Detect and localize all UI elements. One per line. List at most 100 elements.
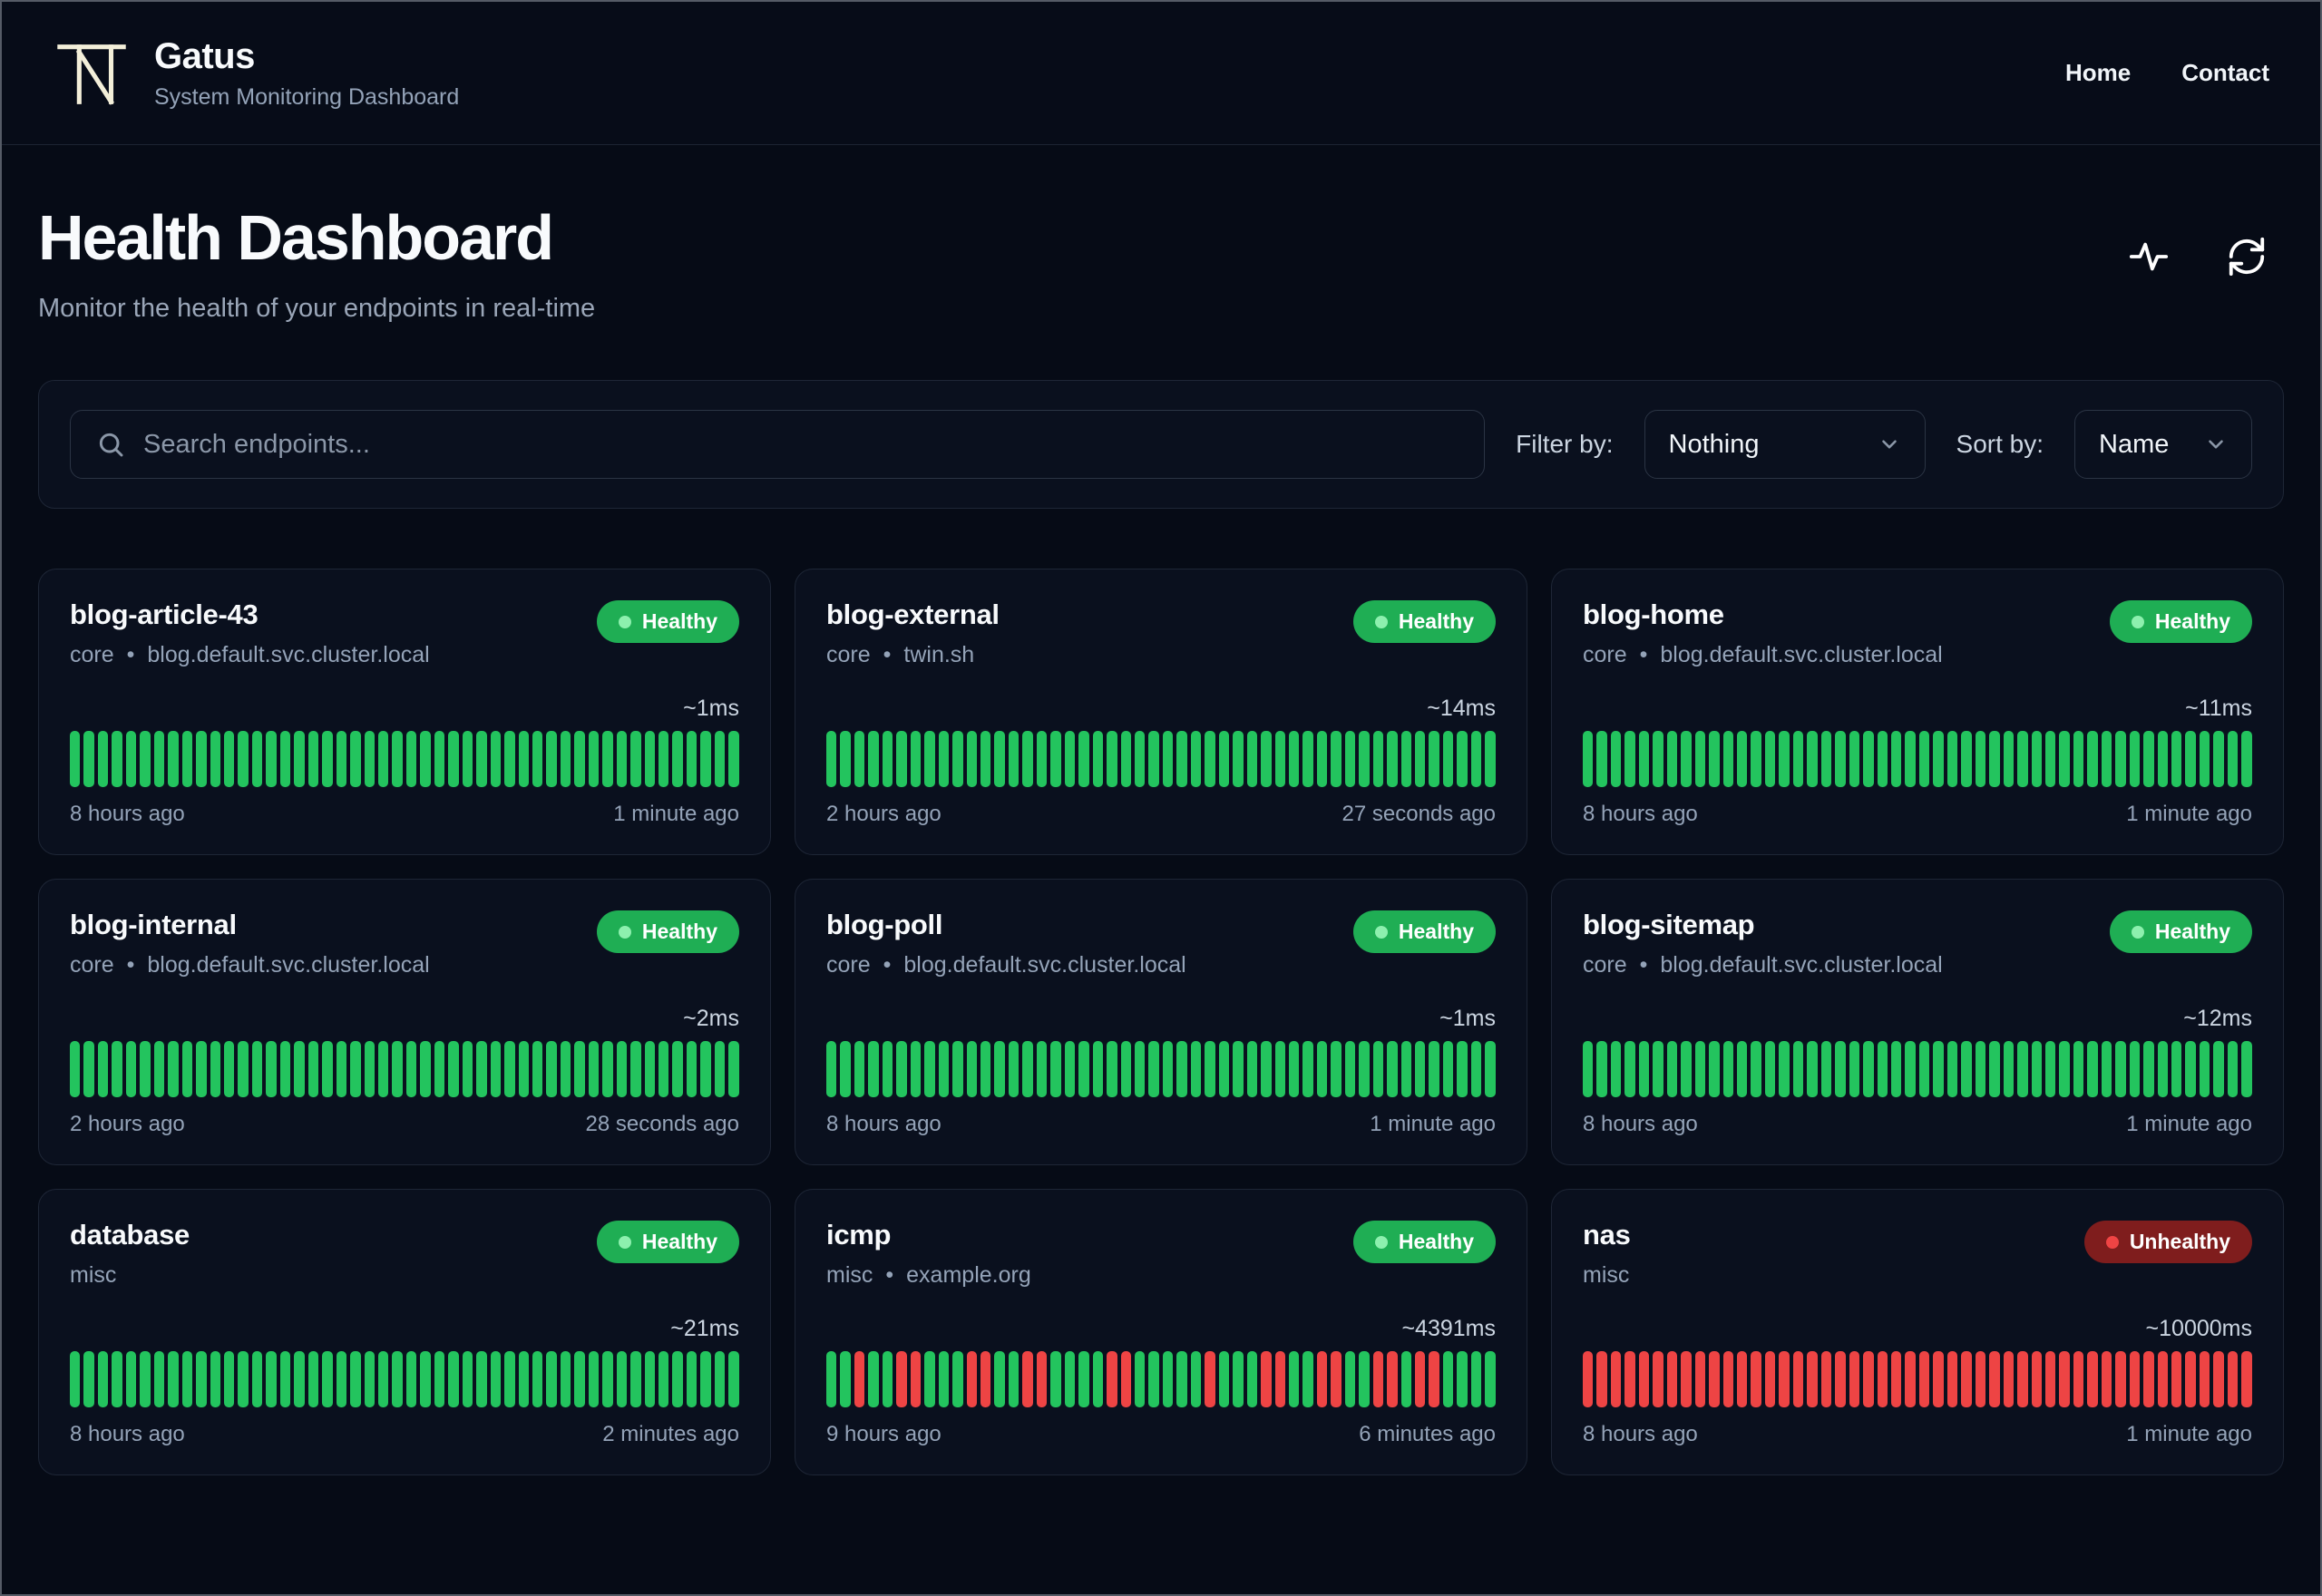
uptime-bar[interactable] <box>700 1351 711 1407</box>
uptime-bar[interactable] <box>448 1041 459 1097</box>
uptime-bar[interactable] <box>1961 731 1972 787</box>
uptime-bar[interactable] <box>1415 1041 1426 1097</box>
uptime-bar[interactable] <box>2073 1351 2084 1407</box>
uptime-bar[interactable] <box>1120 1351 1131 1407</box>
uptime-bar[interactable] <box>420 1351 431 1407</box>
uptime-bar[interactable] <box>251 1041 263 1097</box>
uptime-bar[interactable] <box>1134 731 1146 787</box>
uptime-bar[interactable] <box>462 1351 473 1407</box>
uptime-bar[interactable] <box>686 1041 698 1097</box>
endpoint-card[interactable]: icmp misc • example.org Healthy ~4391ms … <box>795 1189 1527 1475</box>
uptime-bar[interactable] <box>238 1351 249 1407</box>
uptime-bar[interactable] <box>602 1041 613 1097</box>
uptime-bar[interactable] <box>714 731 726 787</box>
uptime-bar[interactable] <box>826 731 837 787</box>
uptime-bar[interactable] <box>1261 1041 1272 1097</box>
uptime-bar[interactable] <box>322 731 333 787</box>
uptime-bar[interactable] <box>659 1041 669 1097</box>
uptime-bar[interactable] <box>924 1351 935 1407</box>
uptime-bar[interactable] <box>1205 731 1215 787</box>
uptime-bar[interactable] <box>1400 1041 1412 1097</box>
uptime-bar[interactable] <box>1849 1351 1860 1407</box>
uptime-bar[interactable] <box>1008 1351 1020 1407</box>
uptime-bar[interactable] <box>377 1041 389 1097</box>
uptime-bar[interactable] <box>266 731 277 787</box>
uptime-bar[interactable] <box>2143 731 2154 787</box>
uptime-bar[interactable] <box>882 1351 893 1407</box>
uptime-bar[interactable] <box>1359 1041 1370 1097</box>
uptime-bar[interactable] <box>350 1351 361 1407</box>
endpoint-card[interactable]: blog-article-43 core • blog.default.svc.… <box>38 569 771 855</box>
uptime-bar[interactable] <box>1148 1351 1159 1407</box>
uptime-bar[interactable] <box>434 1351 445 1407</box>
uptime-bar[interactable] <box>686 731 698 787</box>
uptime-bar[interactable] <box>630 1041 641 1097</box>
uptime-bar[interactable] <box>2213 731 2224 787</box>
uptime-bar[interactable] <box>630 731 641 787</box>
uptime-bar[interactable] <box>1946 1351 1958 1407</box>
uptime-bar[interactable] <box>1148 731 1159 787</box>
uptime-bar[interactable] <box>1400 731 1412 787</box>
uptime-bar[interactable] <box>1820 1351 1832 1407</box>
uptime-bar[interactable] <box>2157 1041 2169 1097</box>
uptime-bar[interactable] <box>1261 1351 1272 1407</box>
uptime-bar[interactable] <box>2241 731 2252 787</box>
uptime-bar[interactable] <box>1190 731 1202 787</box>
uptime-bar[interactable] <box>1107 1351 1117 1407</box>
uptime-bar[interactable] <box>1485 1351 1496 1407</box>
uptime-bar[interactable] <box>2044 1041 2056 1097</box>
filter-select[interactable]: Nothing <box>1644 410 1926 479</box>
uptime-bar[interactable] <box>1457 1041 1468 1097</box>
uptime-bar[interactable] <box>1387 731 1398 787</box>
uptime-bar[interactable] <box>307 1351 319 1407</box>
uptime-bar[interactable] <box>2087 1041 2098 1097</box>
uptime-bar[interactable] <box>97 731 109 787</box>
uptime-bar[interactable] <box>1681 1041 1692 1097</box>
uptime-bar[interactable] <box>112 731 122 787</box>
uptime-bar[interactable] <box>1331 1041 1341 1097</box>
uptime-bar[interactable] <box>112 1351 122 1407</box>
uptime-bar[interactable] <box>1764 731 1776 787</box>
uptime-bar[interactable] <box>532 1041 543 1097</box>
uptime-bar[interactable] <box>1022 1351 1033 1407</box>
uptime-bar[interactable] <box>1863 1351 1874 1407</box>
uptime-bar[interactable] <box>2185 731 2196 787</box>
uptime-bar[interactable] <box>181 731 193 787</box>
uptime-bar[interactable] <box>279 1041 291 1097</box>
uptime-bar[interactable] <box>854 1041 865 1097</box>
uptime-bar[interactable] <box>1694 731 1706 787</box>
uptime-bar[interactable] <box>2227 1041 2239 1097</box>
uptime-bar[interactable] <box>1092 1041 1104 1097</box>
uptime-bar[interactable] <box>1302 1351 1313 1407</box>
uptime-bar[interactable] <box>2171 1041 2182 1097</box>
uptime-bar[interactable] <box>2059 1041 2070 1097</box>
uptime-bar[interactable] <box>1751 731 1761 787</box>
uptime-bar[interactable] <box>1918 1041 1930 1097</box>
uptime-bar[interactable] <box>1233 731 1244 787</box>
uptime-bar[interactable] <box>1751 1041 1761 1097</box>
uptime-bar[interactable] <box>2143 1041 2154 1097</box>
uptime-bar[interactable] <box>2003 1041 2015 1097</box>
uptime-bar[interactable] <box>1344 1351 1356 1407</box>
uptime-bar[interactable] <box>70 1351 81 1407</box>
uptime-bar[interactable] <box>1946 731 1958 787</box>
endpoint-card[interactable]: blog-external core • twin.sh Healthy ~14… <box>795 569 1527 855</box>
uptime-bar[interactable] <box>1709 731 1720 787</box>
uptime-bar[interactable] <box>560 731 571 787</box>
uptime-bar[interactable] <box>1442 1351 1454 1407</box>
uptime-bar[interactable] <box>223 731 235 787</box>
uptime-bar[interactable] <box>2241 1041 2252 1097</box>
uptime-bar[interactable] <box>882 1041 893 1097</box>
uptime-bar[interactable] <box>2199 1351 2210 1407</box>
uptime-bar[interactable] <box>2059 1351 2070 1407</box>
uptime-bar[interactable] <box>2044 731 2056 787</box>
uptime-bar[interactable] <box>714 1041 726 1097</box>
uptime-bar[interactable] <box>1736 731 1748 787</box>
uptime-bar[interactable] <box>1008 731 1020 787</box>
uptime-bar[interactable] <box>1653 731 1663 787</box>
uptime-bar[interactable] <box>672 1351 683 1407</box>
uptime-bar[interactable] <box>1233 1041 1244 1097</box>
uptime-bar[interactable] <box>83 731 94 787</box>
uptime-bar[interactable] <box>2044 1351 2056 1407</box>
uptime-bar[interactable] <box>1624 731 1635 787</box>
